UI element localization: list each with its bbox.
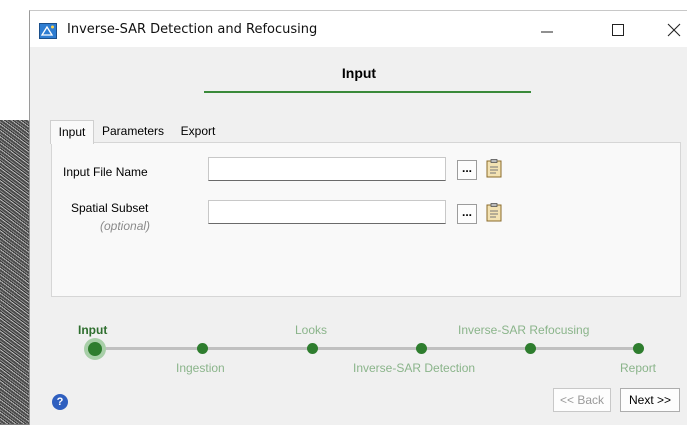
step-input-label: Input: [78, 323, 108, 337]
minimize-icon: [541, 31, 553, 33]
tab-panel: Input File Name ... Spatial Subset (opti…: [51, 142, 681, 297]
step-ingestion-label: Ingestion: [176, 361, 225, 375]
spatial-subset-optional-note: (optional): [100, 219, 151, 233]
step-looks-dot: [307, 343, 318, 354]
tab-parameters[interactable]: Parameters: [93, 120, 173, 142]
progress-stepper: Input Ingestion Looks Inverse-SAR Detect…: [30, 316, 687, 376]
step-looks-label: Looks: [295, 323, 328, 337]
input-file-field[interactable]: [208, 157, 446, 181]
title-bar[interactable]: Inverse-SAR Detection and Refocusing: [30, 11, 687, 47]
dialog-window: Inverse-SAR Detection and Refocusing Inp…: [29, 10, 687, 425]
spatial-subset-browse-button[interactable]: ...: [457, 204, 477, 224]
step-detection-dot: [416, 343, 427, 354]
window-title: Inverse-SAR Detection and Refocusing: [67, 22, 318, 37]
tab-export[interactable]: Export: [173, 120, 223, 142]
input-file-label: Input File Name: [63, 165, 148, 179]
title-underline: [204, 91, 531, 93]
step-input-dot: [88, 342, 102, 356]
close-button[interactable]: [654, 15, 687, 45]
page-title: Input: [341, 65, 377, 81]
step-report-label: Report: [620, 361, 657, 375]
step-detection-label: Inverse-SAR Detection: [353, 361, 476, 375]
step-ingestion-dot: [197, 343, 208, 354]
help-icon[interactable]: ?: [52, 394, 68, 410]
stepper-track: [94, 347, 642, 350]
clipboard-icon[interactable]: [486, 159, 502, 178]
maximize-button[interactable]: [598, 15, 638, 45]
spatial-subset-label: Spatial Subset: [71, 201, 149, 215]
step-refocusing-label: Inverse-SAR Refocusing: [458, 323, 590, 337]
clipboard-icon[interactable]: [486, 203, 502, 222]
step-report-dot: [633, 343, 644, 354]
input-file-browse-button[interactable]: ...: [457, 160, 477, 180]
back-button[interactable]: << Back: [553, 388, 611, 412]
next-button[interactable]: Next >>: [620, 388, 680, 412]
spatial-subset-field[interactable]: [208, 200, 446, 224]
tab-input[interactable]: Input: [50, 120, 94, 144]
app-icon: [39, 23, 57, 39]
close-icon: [667, 23, 681, 37]
maximize-icon: [612, 24, 624, 36]
minimize-button[interactable]: [527, 15, 567, 45]
step-refocusing-dot: [525, 343, 536, 354]
